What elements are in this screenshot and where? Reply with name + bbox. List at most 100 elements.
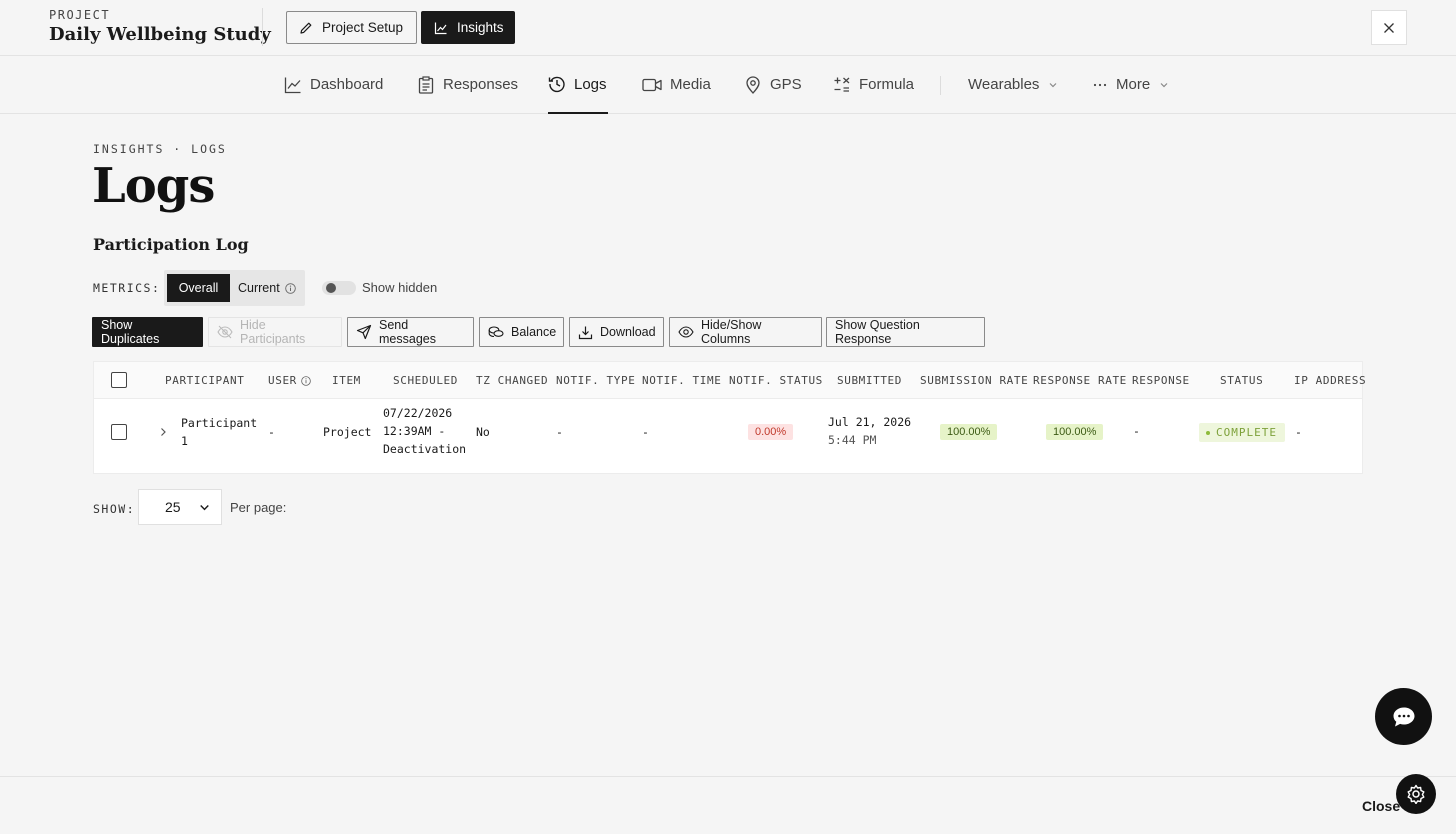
table-row: Participant 1 - Project 07/22/2026 12:39… [94,399,1362,474]
close-button[interactable]: Close [1362,798,1400,814]
page-size-value: 25 [165,499,181,515]
chat-button[interactable] [1375,688,1432,745]
history-icon [548,75,566,93]
item-cell: Project [323,425,372,439]
select-all-checkbox[interactable] [111,372,127,388]
tab-gps[interactable]: GPS [744,56,802,113]
show-hidden-label: Show hidden [362,280,438,295]
close-window-button[interactable] [1371,10,1407,45]
show-hidden-switch[interactable] [322,281,356,295]
metrics-label: METRICS: [93,281,161,295]
tab-formula-label: Formula [859,76,915,93]
expand-row-button[interactable] [157,426,169,438]
notif-time-cell: - [642,425,649,439]
download-icon [578,325,593,340]
balance-button[interactable]: Balance [479,317,564,347]
chevron-down-icon [1047,79,1059,91]
header-tz-changed[interactable]: TZ CHANGED [476,374,548,387]
project-setup-button[interactable]: Project Setup [286,11,417,44]
header-response-rate[interactable]: RESPONSE RATE [1033,374,1127,387]
clipboard-icon [417,75,435,94]
metrics-segmented-control: Overall Current [164,270,305,306]
participant-name-line2: 1 [181,434,188,448]
tab-responses-label: Responses [443,76,519,93]
tab-responses[interactable]: Responses [417,56,518,113]
tab-dashboard-label: Dashboard [310,76,384,93]
settings-button[interactable] [1396,774,1436,814]
overall-toggle[interactable]: Overall [167,274,230,302]
formula-icon [833,76,851,94]
show-question-response-label: Show Question Response [835,318,920,346]
tab-logs[interactable]: Logs [548,56,608,114]
header-submission-rate[interactable]: SUBMISSION RATE [920,374,1028,387]
show-question-response-button[interactable]: Show Question Response [826,317,985,347]
ip-address-cell: - [1295,425,1302,439]
header-submitted[interactable]: SUBMITTED [837,374,902,387]
coins-icon [488,325,504,339]
user-cell: - [268,425,275,439]
project-name: Daily Wellbeing Study [49,24,271,45]
map-pin-icon [744,75,762,94]
header-notif-type[interactable]: NOTIF. TYPE [556,374,635,387]
participation-log-table: PARTICIPANT USER ITEM SCHEDULED TZ CHANG… [93,361,1366,474]
page-size-select[interactable]: 25 [138,489,222,525]
tab-more-label: More [1116,76,1151,93]
tab-media-label: Media [670,76,711,93]
download-label: Download [600,325,656,339]
header-user-label: USER [268,374,297,387]
tz-changed-cell: No [476,425,490,439]
nav-divider [940,76,941,95]
submitted-time: 5:44 PM [828,433,877,447]
chart-line-icon [284,76,302,94]
header-ip-address[interactable]: IP ADDRESS [1294,374,1366,387]
info-icon [284,282,296,294]
hide-participants-button[interactable]: Hide Participants [208,317,342,347]
chevron-right-icon [161,428,166,436]
section-title: Participation Log [93,235,249,254]
show-duplicates-button[interactable]: Show Duplicates [92,317,203,347]
chevron-down-icon [198,501,211,514]
download-button[interactable]: Download [569,317,664,347]
tab-gps-label: GPS [770,76,802,93]
header-notif-status[interactable]: NOTIF. STATUS [729,374,823,387]
row-checkbox[interactable] [111,424,127,440]
scheduled-cell: 07/22/2026 12:39AM - Deactivation [383,404,466,458]
header-notif-time[interactable]: NOTIF. TIME [642,374,721,387]
header-response[interactable]: RESPONSE [1132,374,1190,387]
current-toggle[interactable]: Current [238,274,296,302]
gear-icon [1406,784,1426,804]
tab-more[interactable]: More [1092,56,1170,113]
header-user[interactable]: USER [268,374,311,387]
hide-participants-label: Hide Participants [240,318,306,346]
hide-show-columns-button[interactable]: Hide/Show Columns [669,317,822,347]
hide-show-columns-label: Hide/Show Columns [701,318,762,346]
info-icon [301,375,311,386]
ellipsis-icon [1092,77,1108,93]
submitted-cell: Jul 21, 2026 5:44 PM [828,413,911,449]
table-header-row: PARTICIPANT USER ITEM SCHEDULED TZ CHANG… [94,362,1366,399]
insights-button[interactable]: Insights [421,11,515,44]
header-scheduled[interactable]: SCHEDULED [393,374,458,387]
header-item[interactable]: ITEM [332,374,361,387]
header-participant[interactable]: PARTICIPANT [165,374,244,387]
send-messages-label: Send messages [379,318,436,346]
tab-logs-label: Logs [574,75,607,93]
insights-nav: Dashboard Responses Logs Media GPS Formu… [0,56,1456,114]
send-messages-button[interactable]: Send messages [347,317,474,347]
participant-name-line1: Participant [181,416,258,430]
notif-status-badge: 0.00% [748,424,794,440]
tab-media[interactable]: Media [642,56,711,113]
switch-knob [326,283,336,293]
breadcrumb: INSIGHTS · LOGS [93,142,227,156]
submission-rate-badge: 100.00% [940,424,998,440]
tab-dashboard[interactable]: Dashboard [284,56,383,113]
submitted-date: Jul 21, 2026 [828,415,912,429]
tab-formula[interactable]: Formula [833,56,914,113]
close-icon [1383,22,1395,34]
participant-name[interactable]: Participant 1 [181,414,257,450]
pencil-icon [299,21,313,35]
header-status[interactable]: STATUS [1220,374,1263,387]
footer-bar [0,776,1456,834]
scheduled-time: 12:39AM - [383,424,446,438]
tab-wearables[interactable]: Wearables [968,56,1059,113]
